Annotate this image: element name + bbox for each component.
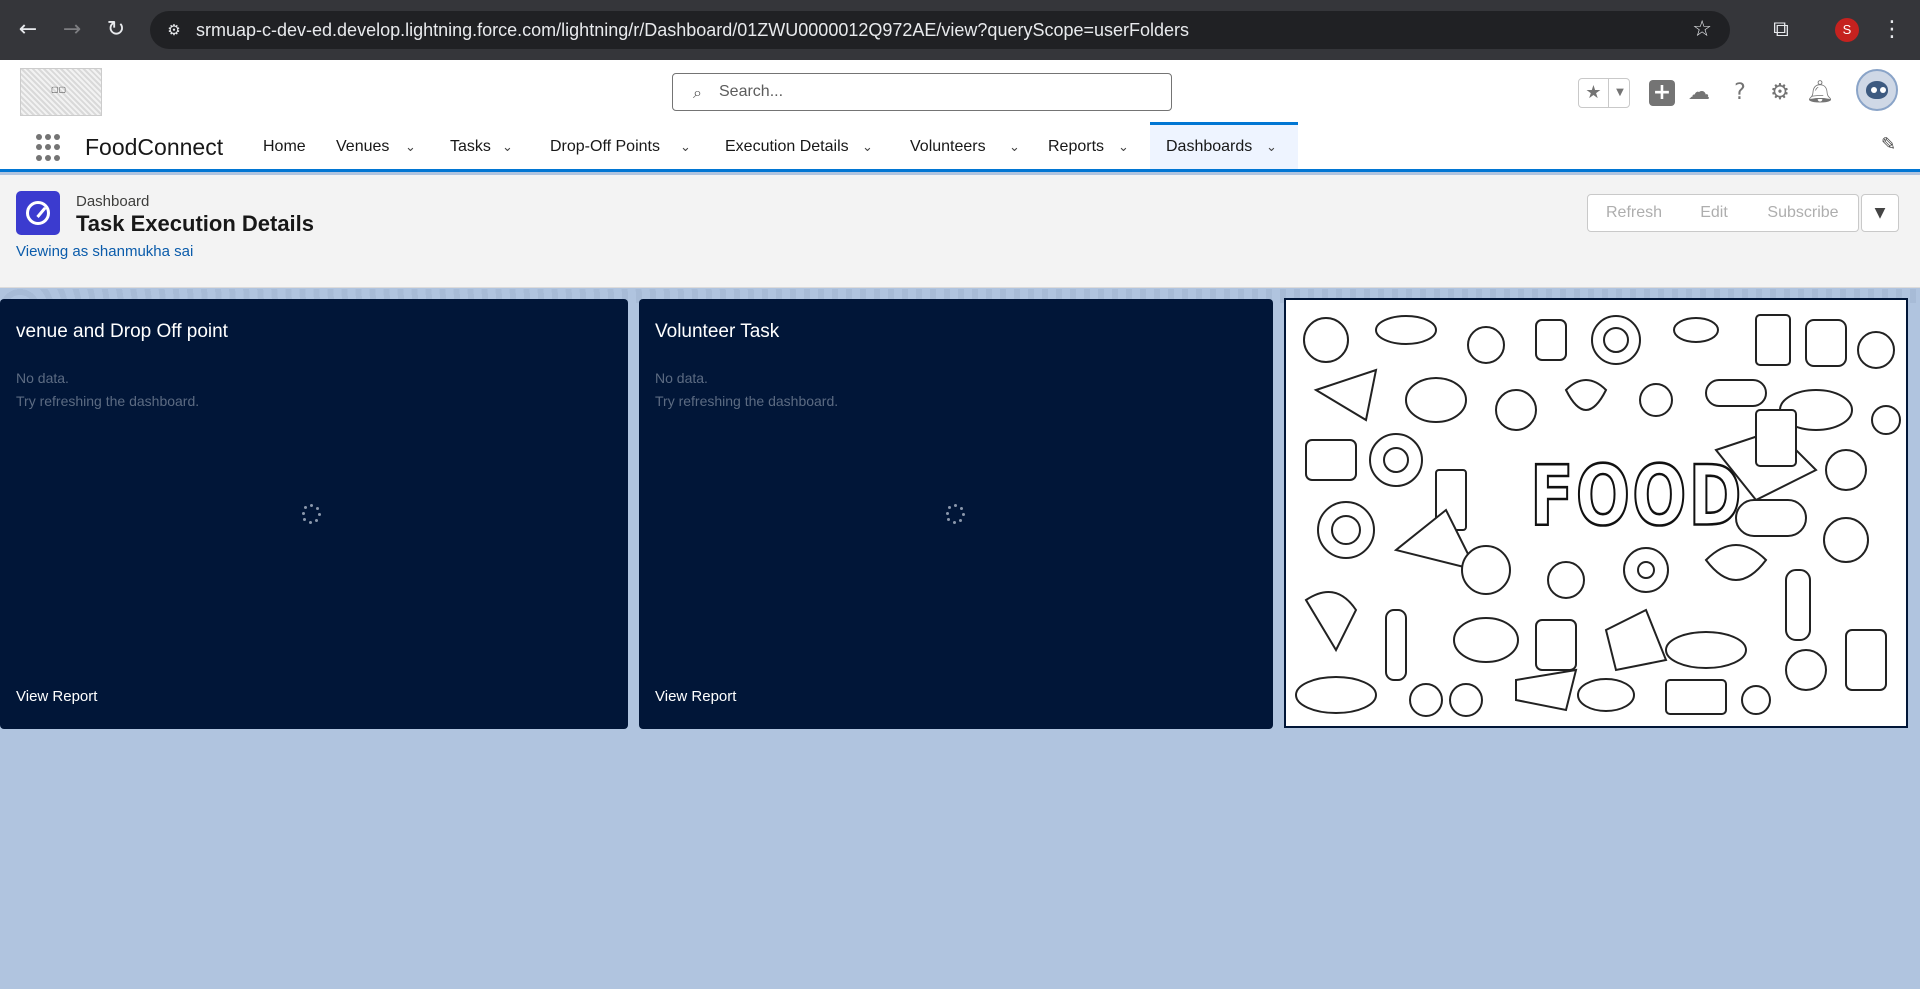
address-bar[interactable]: ⚙ srmuap-c-dev-ed.develop.lightning.forc… xyxy=(150,11,1730,49)
dashboard-header: Dashboard Task Execution Details Viewing… xyxy=(0,175,1920,288)
tab-label: Tasks xyxy=(450,138,491,155)
app-navigation-bar: FoodConnect Home Venues ⌄ Tasks ⌄ Drop-O… xyxy=(0,122,1920,172)
bookmark-star-icon[interactable]: ☆ xyxy=(1692,17,1712,43)
record-type-label: Dashboard xyxy=(76,193,150,210)
food-doodle-image-widget: FOOD xyxy=(1284,298,1908,728)
forward-icon[interactable]: → xyxy=(56,14,88,46)
tab-reports[interactable]: Reports ⌄ xyxy=(1048,122,1148,169)
favorites-menu-chevron-icon[interactable]: ▼ xyxy=(1610,79,1630,107)
tab-label: Reports xyxy=(1048,138,1105,155)
tab-label: Home xyxy=(263,138,306,155)
global-actions-plus-icon[interactable]: + xyxy=(1649,80,1675,106)
user-avatar[interactable] xyxy=(1856,69,1898,111)
browser-menu-icon[interactable]: ⋮ xyxy=(1876,14,1908,46)
app-name: FoodConnect xyxy=(85,134,224,160)
edit-nav-pencil-icon[interactable]: ✎ xyxy=(1881,134,1896,155)
favorites-group: ★ ▼ xyxy=(1578,78,1630,108)
global-search[interactable]: ⌕ xyxy=(672,73,1172,111)
more-actions-chevron-icon[interactable]: ▼ xyxy=(1861,194,1899,232)
tab-label: Venues xyxy=(336,138,390,155)
tab-drop-off-points[interactable]: Drop-Off Points ⌄ xyxy=(550,122,700,169)
viewing-as-link[interactable]: Viewing as shanmukha sai xyxy=(16,243,193,260)
page-title: Task Execution Details xyxy=(76,211,315,236)
chevron-down-icon[interactable]: ⌄ xyxy=(680,123,691,173)
org-logo[interactable]: ▢▢ xyxy=(20,68,102,116)
browser-profile-avatar[interactable]: S xyxy=(1835,18,1859,42)
chevron-down-icon[interactable]: ⌄ xyxy=(862,123,873,173)
view-report-link[interactable]: View Report xyxy=(16,688,97,705)
chevron-down-icon[interactable]: ⌄ xyxy=(1266,126,1277,170)
tab-home[interactable]: Home xyxy=(263,122,306,169)
chevron-down-icon[interactable]: ⌄ xyxy=(502,123,513,173)
tab-execution-details[interactable]: Execution Details ⌄ xyxy=(725,122,885,169)
widget-venue-drop-off: venue and Drop Off point No data. Try re… xyxy=(0,299,628,729)
favorites-star-icon[interactable]: ★ xyxy=(1579,79,1609,107)
chevron-down-icon[interactable]: ⌄ xyxy=(1009,123,1020,173)
chevron-down-icon[interactable]: ⌄ xyxy=(1118,123,1129,173)
global-header: ▢▢ ⌕ ★ ▼ + ☁ ? ⚙ 🔔︎ xyxy=(0,60,1920,122)
url-text[interactable]: srmuap-c-dev-ed.develop.lightning.force.… xyxy=(196,11,1189,49)
notifications-bell-icon[interactable]: 🔔︎ xyxy=(1805,78,1835,108)
search-input[interactable] xyxy=(719,80,1159,104)
food-doodle-wordmark: FOOD xyxy=(1529,448,1744,547)
widget-empty-state: No data. Try refreshing the dashboard. xyxy=(655,370,839,409)
help-icon[interactable]: ? xyxy=(1725,78,1755,108)
loading-spinner-icon xyxy=(302,504,322,524)
tab-tasks[interactable]: Tasks ⌄ xyxy=(450,122,530,169)
tab-label: Dashboards xyxy=(1166,138,1253,155)
tab-label: Drop-Off Points xyxy=(550,138,660,155)
refresh-button[interactable]: Refresh xyxy=(1587,194,1681,232)
edit-button[interactable]: Edit xyxy=(1680,194,1749,232)
loading-spinner-icon xyxy=(946,504,966,524)
chevron-down-icon[interactable]: ⌄ xyxy=(405,123,416,173)
dashboard-gauge-icon xyxy=(16,191,60,235)
browser-chrome: ← → ↻ ⚙ srmuap-c-dev-ed.develop.lightnin… xyxy=(0,0,1920,60)
tab-venues[interactable]: Venues ⌄ xyxy=(336,122,426,169)
subscribe-button[interactable]: Subscribe xyxy=(1748,194,1859,232)
widget-volunteer-task: Volunteer Task No data. Try refreshing t… xyxy=(639,299,1273,729)
setup-gear-icon[interactable]: ⚙ xyxy=(1765,78,1795,108)
site-info-icon[interactable]: ⚙ xyxy=(162,18,186,42)
widget-title: Volunteer Task xyxy=(655,321,780,342)
app-launcher-icon[interactable] xyxy=(36,134,64,162)
widget-empty-state: No data. Try refreshing the dashboard. xyxy=(16,370,200,409)
tab-label: Volunteers xyxy=(910,138,986,155)
tab-label: Execution Details xyxy=(725,138,849,155)
widget-title: venue and Drop Off point xyxy=(16,321,228,342)
tab-dashboards[interactable]: Dashboards ⌄ xyxy=(1150,122,1298,169)
trailhead-guidance-icon[interactable]: ☁ xyxy=(1684,78,1714,108)
tab-volunteers[interactable]: Volunteers ⌄ xyxy=(910,122,1030,169)
view-report-link[interactable]: View Report xyxy=(655,688,736,705)
search-icon: ⌕ xyxy=(693,83,702,102)
back-icon[interactable]: ← xyxy=(12,14,44,46)
extensions-icon[interactable]: ⧉ xyxy=(1765,14,1797,46)
reload-icon[interactable]: ↻ xyxy=(100,14,132,46)
